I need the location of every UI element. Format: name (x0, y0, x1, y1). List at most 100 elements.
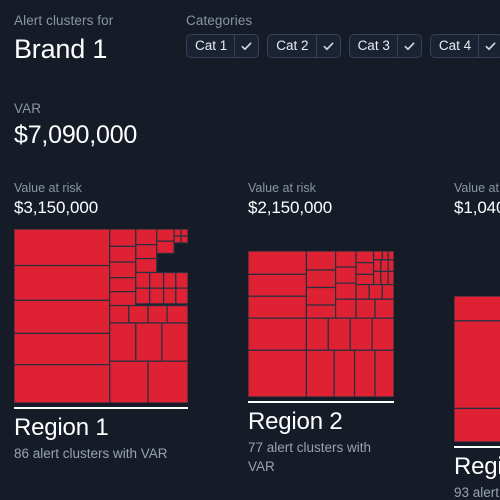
treemap-tile[interactable] (305, 269, 337, 289)
treemap-tile[interactable] (387, 270, 394, 286)
treemap-tile[interactable] (128, 304, 149, 324)
treemap-tile[interactable] (334, 266, 357, 284)
card-caption: Value at risk (14, 181, 82, 195)
treemap-tile[interactable] (175, 271, 188, 289)
treemap-tile[interactable] (372, 270, 382, 286)
treemap-region-3[interactable] (454, 296, 500, 442)
treemap-tile[interactable] (109, 229, 137, 247)
card-value: $1,040,000 (454, 198, 500, 217)
treemap-tile[interactable] (14, 299, 111, 334)
treemap-tile[interactable] (372, 251, 383, 261)
region-name: Region 3 (454, 453, 500, 480)
total-var-label: VAR (14, 101, 42, 116)
treemap-tile[interactable] (355, 262, 375, 275)
treemap-tile[interactable] (14, 264, 111, 301)
treemap-tile[interactable] (173, 235, 182, 244)
treemap-tile[interactable] (135, 257, 158, 274)
treemap-tile[interactable] (135, 322, 163, 362)
check-icon[interactable] (315, 35, 340, 57)
treemap-tile[interactable] (454, 296, 500, 322)
treemap-tile[interactable] (149, 287, 165, 305)
treemap-tile[interactable] (334, 298, 357, 319)
treemap-tile[interactable] (135, 271, 151, 289)
treemap-tile[interactable] (374, 298, 394, 319)
treemap-tile[interactable] (381, 251, 389, 261)
treemap-tile[interactable] (173, 229, 182, 237)
treemap-tile[interactable] (109, 277, 137, 293)
treemap-tile[interactable] (166, 304, 188, 324)
check-icon[interactable] (396, 35, 421, 57)
treemap-tile[interactable] (387, 251, 394, 261)
treemap-tile[interactable] (135, 244, 158, 260)
treemap-tile[interactable] (248, 251, 308, 275)
treemap-tile[interactable] (135, 229, 158, 246)
treemap-svg (248, 251, 394, 397)
treemap-tile[interactable] (353, 349, 376, 397)
treemap-tile[interactable] (248, 317, 308, 351)
page-title: Brand 1 (14, 34, 108, 64)
treemap-tile[interactable] (135, 287, 151, 305)
card-divider (454, 446, 500, 448)
treemap-tile[interactable] (109, 360, 149, 403)
treemap-region-2[interactable] (248, 251, 394, 397)
treemap-tile[interactable] (372, 259, 382, 273)
treemap-tile[interactable] (454, 320, 500, 410)
treemap-region-1[interactable] (14, 229, 188, 403)
treemap-tile[interactable] (374, 349, 394, 397)
category-pill-cat-4[interactable]: Cat 4 (429, 34, 500, 58)
region-card[interactable]: Value at risk $1,040,000 Region 3 93 ale… (454, 180, 500, 500)
treemap-tile[interactable] (368, 283, 383, 300)
treemap-tile[interactable] (248, 273, 308, 297)
treemap-tile[interactable] (454, 407, 500, 442)
treemap-tile[interactable] (156, 229, 175, 242)
treemap-tile[interactable] (147, 360, 188, 403)
treemap-tile[interactable] (371, 317, 394, 351)
treemap-tile[interactable] (334, 251, 357, 268)
treemap-tile[interactable] (333, 349, 356, 397)
treemap-tile[interactable] (109, 291, 137, 307)
treemap-tile[interactable] (180, 229, 188, 237)
treemap-tile[interactable] (175, 287, 188, 305)
category-pill-cat-2[interactable]: Cat 2 (267, 34, 341, 58)
treemap-tile[interactable] (327, 317, 351, 351)
region-card[interactable]: Value at risk $2,150,000 Region 2 77 ale… (248, 180, 394, 500)
treemap-tile[interactable] (109, 322, 137, 362)
treemap-tile[interactable] (156, 240, 175, 254)
treemap-tile[interactable] (305, 304, 337, 319)
treemap-tile[interactable] (387, 259, 394, 273)
treemap-tile[interactable] (248, 295, 308, 319)
treemap-tile[interactable] (14, 332, 111, 366)
treemap-tile[interactable] (380, 270, 389, 286)
check-icon[interactable] (478, 35, 500, 57)
treemap-tile[interactable] (149, 271, 165, 289)
treemap-tile[interactable] (180, 235, 188, 244)
treemap-tile[interactable] (14, 229, 111, 267)
treemap-tile[interactable] (380, 259, 389, 273)
check-icon[interactable] (234, 35, 258, 57)
treemap-tile[interactable] (381, 283, 394, 300)
treemap-tile[interactable] (14, 364, 111, 403)
card-divider (14, 407, 188, 409)
treemap-tile[interactable] (305, 317, 329, 351)
treemap-tile[interactable] (109, 245, 137, 263)
treemap-tile[interactable] (355, 273, 375, 286)
treemap-tile[interactable] (109, 261, 137, 279)
treemap-tile[interactable] (355, 298, 376, 319)
treemap-tile[interactable] (305, 251, 337, 271)
treemap-tile[interactable] (163, 287, 177, 305)
treemap-tile[interactable] (109, 304, 130, 324)
treemap-wrapper (454, 296, 500, 442)
treemap-tile[interactable] (305, 286, 337, 306)
treemap-tile[interactable] (355, 251, 375, 264)
treemap-tile[interactable] (349, 317, 373, 351)
region-card[interactable]: Value at risk $3,150,000 Region 1 86 ale… (14, 180, 188, 500)
category-pill-cat-3[interactable]: Cat 3 (348, 34, 422, 58)
treemap-tile[interactable] (305, 349, 335, 397)
treemap-tile[interactable] (334, 282, 357, 300)
treemap-tile[interactable] (248, 349, 308, 397)
category-pill-cat-1[interactable]: Cat 1 (186, 34, 260, 58)
treemap-tile[interactable] (147, 304, 168, 324)
treemap-tile[interactable] (355, 283, 370, 300)
treemap-tile[interactable] (163, 271, 177, 289)
treemap-tile[interactable] (161, 322, 188, 362)
